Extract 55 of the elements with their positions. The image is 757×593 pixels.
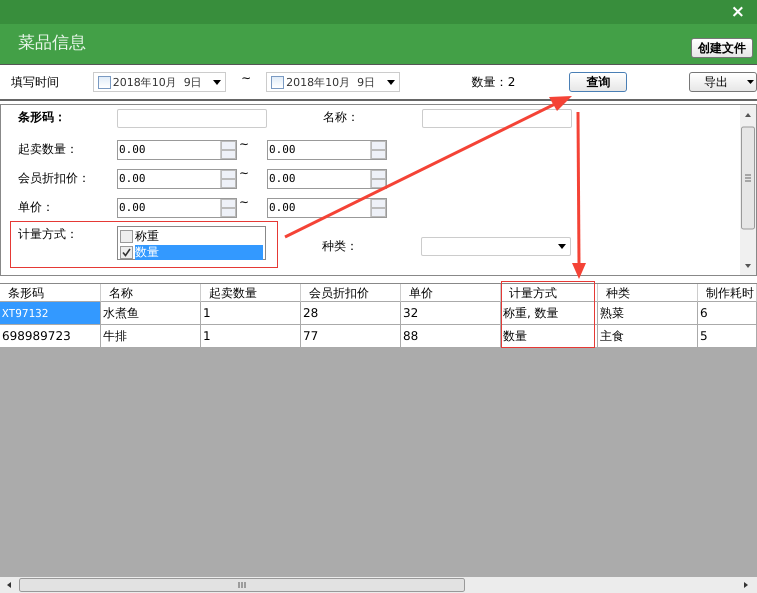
column-header[interactable]: 单价 (401, 284, 501, 302)
caret-icon (386, 80, 395, 84)
column-header[interactable]: 种类 (598, 284, 698, 302)
table-cell: 水煮鱼 (101, 302, 201, 325)
number-field[interactable]: 0.00 (267, 140, 387, 160)
name-field[interactable] (422, 109, 572, 128)
table-cell: 32 (401, 302, 501, 325)
checkbox[interactable] (98, 76, 111, 88)
column-header[interactable]: 制作耗时 (698, 284, 757, 302)
table-cell: 称重, 数量 (501, 302, 598, 325)
column-header[interactable]: 会员折扣价 (301, 284, 401, 302)
export-button[interactable]: 导出 (689, 72, 757, 92)
range-label: 单价： (18, 199, 55, 216)
category-dropdown[interactable] (421, 237, 571, 256)
list-item[interactable]: 称重 (135, 228, 263, 244)
range-label: 起卖数量： (18, 141, 79, 158)
checkbox[interactable] (120, 230, 133, 242)
range-separator: ~ (238, 195, 250, 209)
date-picker[interactable]: 2018年10月 9日 (266, 72, 400, 92)
caret-icon (213, 80, 222, 84)
category-label: 种类： (322, 238, 359, 255)
caret-icon (558, 244, 566, 249)
date-picker[interactable]: 2018年10月 9日 (92, 72, 226, 92)
caret-icon (747, 80, 754, 84)
number-field[interactable]: 0.00 (267, 168, 387, 188)
table-cell: XT97132 (0, 302, 101, 325)
table-cell: 28 (301, 302, 401, 325)
column-header[interactable]: 计量方式 (501, 284, 598, 302)
checkbox[interactable] (120, 246, 133, 258)
checkbox[interactable] (271, 76, 284, 88)
number-field[interactable]: 0.00 (117, 140, 237, 160)
create-file-button[interactable]: 创建文件 (691, 38, 753, 58)
column-header[interactable]: 名称 (101, 284, 201, 302)
number-field[interactable]: 0.00 (117, 168, 237, 188)
date-label: 填写时间 (11, 74, 60, 90)
range-separator: ~ (238, 166, 250, 180)
range-label: 会员折扣价： (18, 170, 91, 187)
vertical-scrollbar[interactable] (740, 105, 756, 275)
name-label: 名称： (323, 109, 360, 126)
number-field[interactable]: 0.00 (267, 198, 387, 218)
barcode-label: 条形码： (18, 109, 67, 126)
table-cell: 6 (698, 302, 757, 325)
number-field[interactable]: 0.00 (117, 198, 237, 218)
range-separator: ~ (238, 137, 250, 151)
table-cell: 熟菜 (598, 302, 698, 325)
barcode-field[interactable] (117, 109, 267, 128)
horizontal-scrollbar[interactable] (0, 577, 757, 593)
table-cell: 1 (201, 302, 301, 325)
column-header[interactable]: 起卖数量 (201, 284, 301, 302)
count-label: 数量：2 (472, 74, 516, 90)
query-button[interactable]: 查询 (569, 72, 628, 92)
window-title: 菜品信息 (18, 32, 86, 54)
close-button[interactable]: × (730, 2, 745, 22)
measure-label: 计量方式： (18, 226, 79, 243)
range-separator: ~ (240, 71, 252, 85)
